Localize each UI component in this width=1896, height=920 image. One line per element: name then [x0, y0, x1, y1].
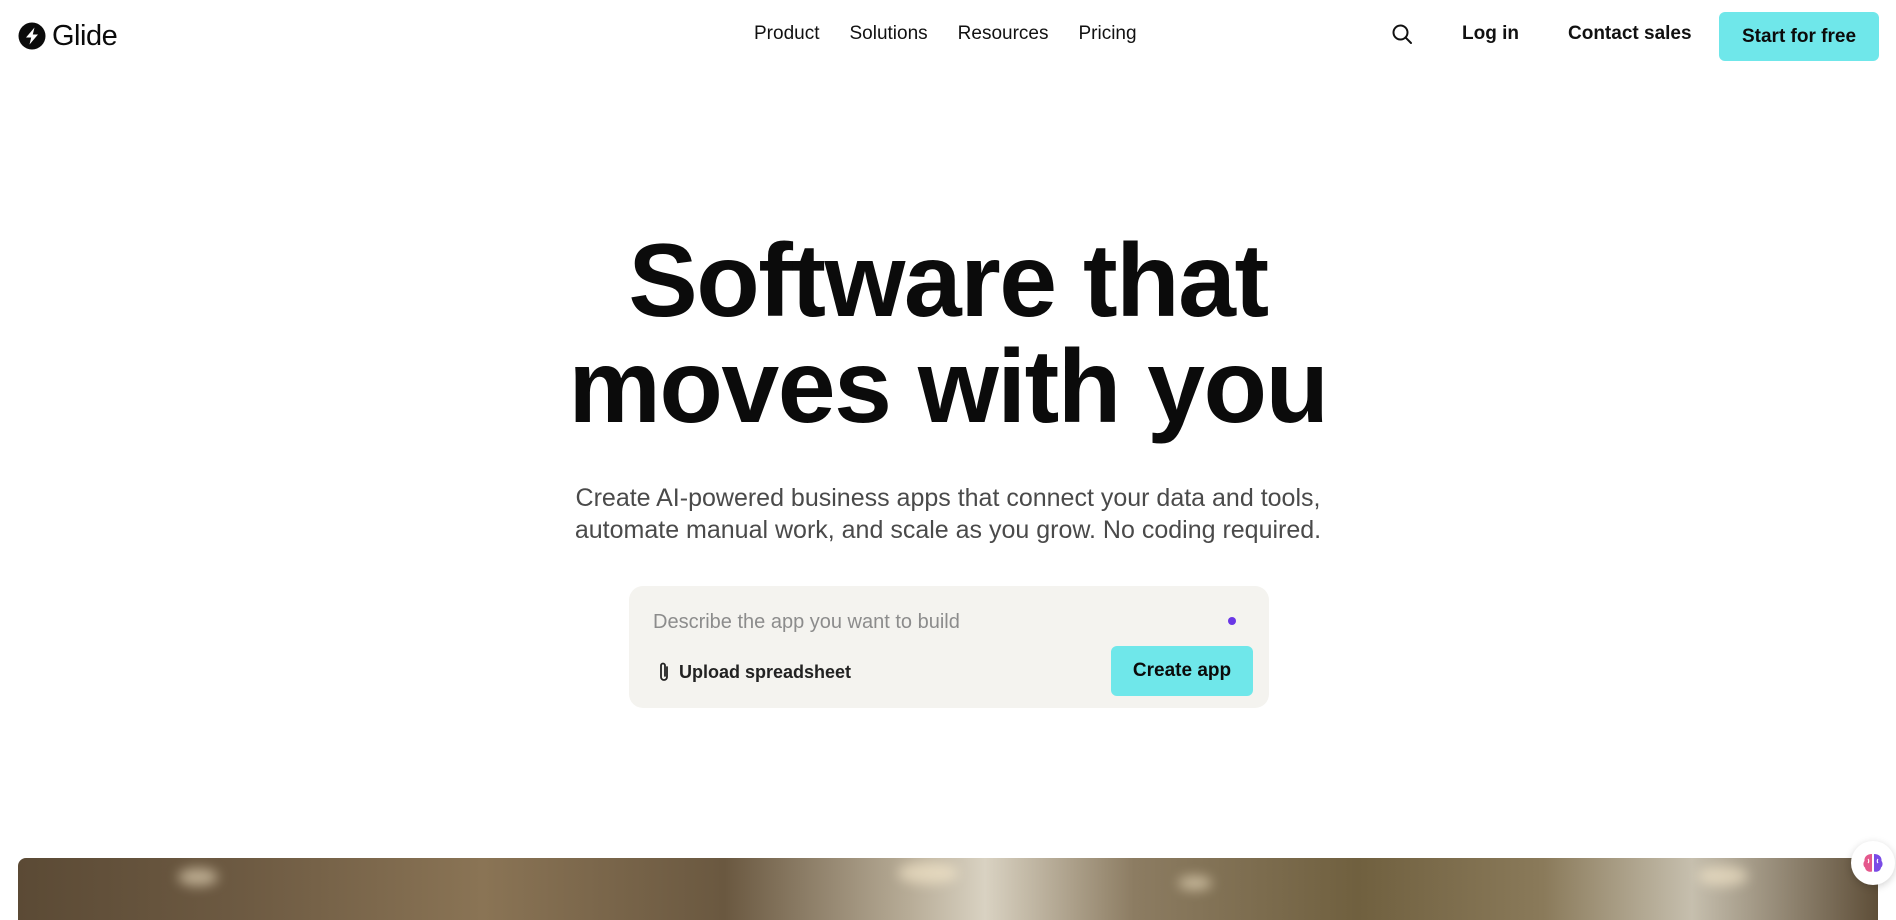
- login-link[interactable]: Log in: [1462, 22, 1519, 46]
- brand-logo[interactable]: Glide: [18, 20, 118, 52]
- hero-title: Software that moves with you: [448, 228, 1448, 440]
- upload-spreadsheet-button[interactable]: Upload spreadsheet: [655, 660, 851, 684]
- glide-logo-icon: [18, 22, 46, 50]
- brand-name: Glide: [52, 20, 118, 52]
- image-highlight: [1178, 876, 1212, 890]
- hero-image: [18, 858, 1878, 920]
- search-icon[interactable]: [1390, 22, 1414, 46]
- app-description-input[interactable]: [653, 606, 1193, 638]
- upload-spreadsheet-label: Upload spreadsheet: [679, 662, 852, 682]
- start-for-free-button[interactable]: Start for free: [1719, 12, 1879, 61]
- image-highlight: [898, 862, 958, 884]
- image-highlight: [178, 868, 218, 886]
- hero-subtitle-line-1: Create AI-powered business apps that con…: [575, 484, 1321, 512]
- hero-title-line-1: Software that: [628, 223, 1269, 339]
- brain-icon: [1863, 854, 1883, 872]
- image-highlight: [1698, 866, 1748, 886]
- paperclip-icon: [660, 662, 668, 681]
- nav-item-pricing[interactable]: Pricing: [1078, 22, 1136, 46]
- site-header: Glide Product Solutions Resources Pricin…: [0, 0, 1896, 70]
- main-nav: Product Solutions Resources Pricing: [754, 22, 1137, 46]
- nav-item-product[interactable]: Product: [754, 22, 819, 46]
- create-app-button[interactable]: Create app: [1111, 646, 1253, 696]
- status-dot: [1228, 617, 1236, 625]
- contact-sales-link[interactable]: Contact sales: [1568, 22, 1692, 46]
- hero-title-line-2: moves with you: [568, 329, 1329, 445]
- hero-subtitle-line-2: automate manual work, and scale as you g…: [574, 516, 1322, 544]
- app-prompt-box: Upload spreadsheet Create app: [629, 586, 1269, 708]
- nav-item-resources[interactable]: Resources: [958, 22, 1049, 46]
- nav-item-solutions[interactable]: Solutions: [849, 22, 927, 46]
- hero-subtitle: Create AI-powered business apps that con…: [498, 482, 1398, 546]
- chat-widget-button[interactable]: [1851, 841, 1895, 885]
